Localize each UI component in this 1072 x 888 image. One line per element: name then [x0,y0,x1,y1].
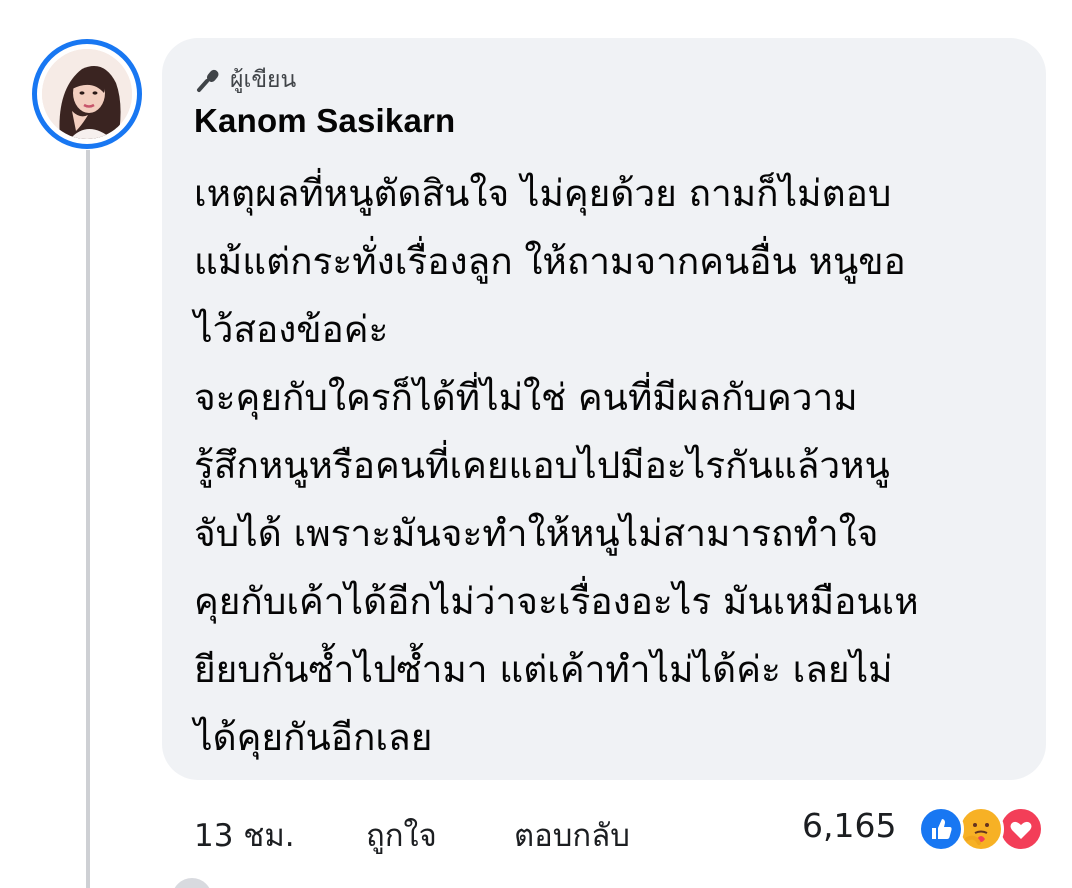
timestamp[interactable]: 13 ชม. [194,810,295,860]
comment-actions: 13 ชม. ถูกใจ ตอบกลับ 6,165 [0,806,1072,856]
reactions-summary[interactable] [918,806,1048,852]
comment-line: ไว้สองข้อค่ะ [194,308,389,351]
comment-line: จับได้ เพราะมันจะทำให้หนูไม่สามารถทำใจ [194,512,879,555]
comment-line: คุยกับเค้าได้อีกไม่ว่าจะเรื่องอะไร มันเห… [194,580,919,623]
thread-line [86,150,90,888]
comment-line: รู้สึกหนูหรือคนที่เคยแอบไปมีอะไรกันแล้วห… [194,444,890,487]
microphone-icon [194,66,222,94]
care-icon [958,806,1004,852]
comment-line: ได้คุยกันอีกเลย [194,716,433,759]
next-comment-avatar[interactable] [172,878,212,888]
comment-text: เหตุผลที่หนูตัดสินใจ ไม่คุยด้วย ถามก็ไม่… [194,160,1034,772]
author-name[interactable]: Kanom Sasikarn [194,102,455,140]
like-icon [918,806,964,852]
love-icon [998,806,1044,852]
comment-line: จะคุยกับใครก็ได้ที่ไม่ใช่ คนที่มีผลกับคว… [194,376,858,419]
author-badge-label: ผู้เขียน [230,67,297,93]
avatar-ring[interactable] [32,39,142,149]
comment-line: ยียบกันซ้ำไปซ้ำมา แต่เค้าทำไม่ได้ค่ะ เลย… [194,648,893,691]
avatar[interactable] [42,49,132,139]
comment-line: แม้แต่กระทั่งเรื่องลูก ให้ถามจากคนอื่น ห… [194,240,906,283]
reaction-count[interactable]: 6,165 [802,806,896,845]
comment-line: เหตุผลที่หนูตัดสินใจ ไม่คุยด้วย ถามก็ไม่… [194,172,892,215]
like-button[interactable]: ถูกใจ [366,810,437,860]
avatar-photo [42,49,132,139]
reply-button[interactable]: ตอบกลับ [514,810,630,860]
comment-screen: ผู้เขียน Kanom Sasikarn เหตุผลที่หนูตัดส… [0,0,1072,888]
author-badge: ผู้เขียน [194,62,296,98]
